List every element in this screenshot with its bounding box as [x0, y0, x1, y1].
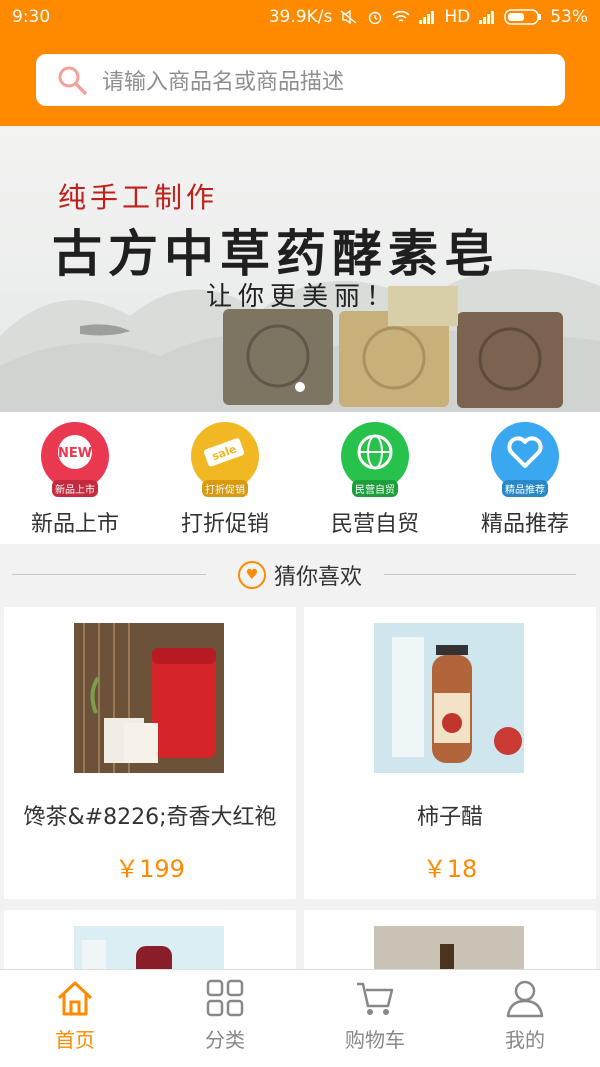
tab-category[interactable]: 分类 [150, 970, 300, 1067]
network-type: HD [444, 7, 471, 27]
svg-text:NEW: NEW [58, 446, 92, 461]
globe-icon: 民营自贸 [341, 422, 409, 497]
product-card[interactable]: 馋茶&#8226;奇香大红袍 ￥199 [4, 607, 296, 899]
home-icon [57, 981, 93, 1016]
new-badge-icon: NEW 新品上市 [41, 422, 109, 497]
category-self-trade[interactable]: 民营自贸 民营自贸 [300, 412, 450, 544]
product-price: ￥18 [422, 855, 478, 883]
grid-icon [206, 979, 244, 1017]
category-recommended[interactable]: 精品推荐 精品推荐 [450, 412, 600, 544]
battery-level: 53% [550, 7, 588, 27]
divider-right [384, 574, 576, 575]
favorite-heart-icon: ♥ [237, 561, 266, 589]
product-name: 柿子醋 [416, 805, 483, 830]
category-tag: 民营自贸 [352, 480, 398, 497]
tab-cart[interactable]: 购物车 [300, 970, 450, 1067]
section-header: ♥ 猜你喜欢 [0, 544, 600, 606]
search-icon [58, 66, 87, 95]
status-time: 9:30 [12, 7, 51, 27]
network-speed: 39.9K/s [268, 7, 333, 27]
status-right: 39.9K/s HD 53% [269, 7, 588, 27]
category-tag: 新品上市 [52, 480, 98, 497]
sale-tag-icon: sale 打折促销 [191, 422, 259, 497]
category-row: NEW 新品上市 新品上市 sale 打折促销 打折促销 民营自贸 民营自贸 精… [0, 412, 600, 544]
tab-home[interactable]: 首页 [0, 970, 150, 1067]
category-label: 新品上市 [30, 512, 119, 537]
alarm-icon [369, 11, 382, 24]
wifi-icon [392, 10, 410, 22]
heart-icon: 精品推荐 [491, 422, 559, 497]
tab-label: 分类 [205, 1028, 245, 1052]
status-bar: 9:30 39.9K/s HD 53% [0, 0, 600, 34]
search-placeholder: 请输入商品名或商品描述 [102, 70, 345, 95]
tab-profile[interactable]: 我的 [450, 970, 600, 1067]
user-icon [506, 980, 544, 1018]
banner-line-1: 纯手工制作 [58, 181, 219, 214]
product-name: 馋茶&#8226;奇香大红袍 [23, 805, 277, 830]
carousel-dot-active[interactable] [295, 382, 305, 392]
header: 请输入商品名或商品描述 [0, 34, 600, 126]
banner-subtitle: 让你更美丽！ [206, 282, 399, 312]
signal-icon-2 [479, 11, 495, 24]
product-image [374, 623, 524, 773]
tab-label: 我的 [505, 1028, 545, 1052]
category-new-arrivals[interactable]: NEW 新品上市 新品上市 [0, 412, 150, 544]
category-label: 民营自贸 [330, 512, 419, 537]
battery-icon [504, 9, 542, 25]
section-title: 猜你喜欢 [273, 565, 362, 590]
category-tag: 打折促销 [202, 480, 248, 497]
product-card[interactable]: 柿子醋 ￥18 [304, 607, 596, 899]
divider-left [12, 574, 206, 575]
search-input[interactable]: 请输入商品名或商品描述 [36, 54, 565, 106]
product-price: ￥199 [115, 855, 185, 883]
product-image [74, 623, 224, 773]
category-label: 打折促销 [180, 512, 269, 537]
bottom-tab-bar: 首页 分类 购物车 我的 [0, 969, 600, 1067]
tab-label: 购物车 [345, 1028, 405, 1052]
category-sale[interactable]: sale 打折促销 打折促销 [150, 412, 300, 544]
mute-icon [340, 10, 357, 24]
tab-label: 首页 [55, 1028, 95, 1052]
cart-icon [357, 982, 394, 1015]
promo-banner[interactable]: 纯手工制作 古方中草药酵素皂 让你更美丽！ [0, 126, 600, 412]
category-tag: 精品推荐 [502, 480, 548, 497]
signal-icon [419, 11, 435, 24]
category-label: 精品推荐 [480, 512, 569, 537]
